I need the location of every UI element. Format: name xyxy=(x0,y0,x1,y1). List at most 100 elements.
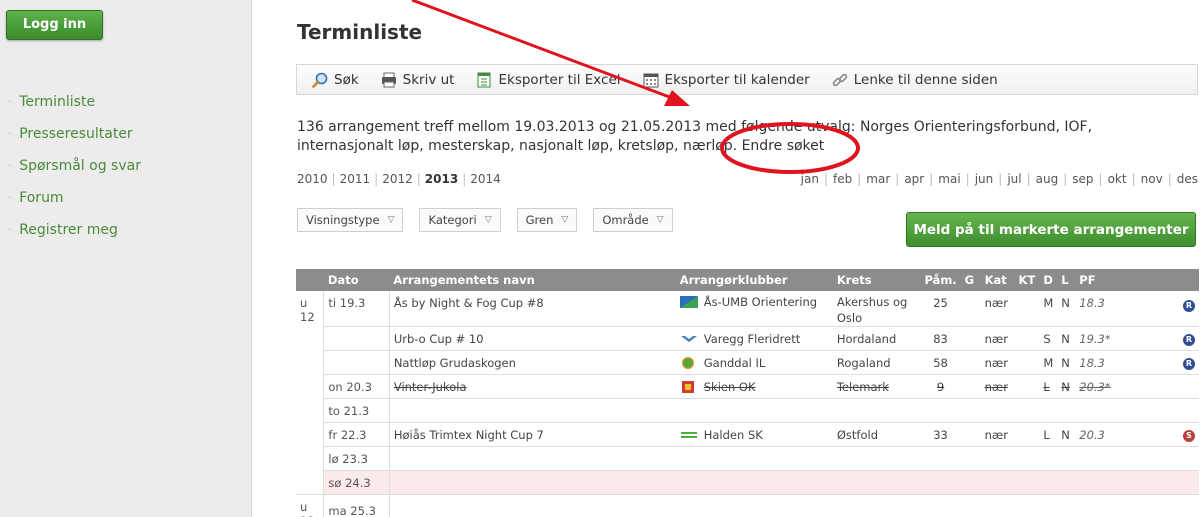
export-excel-button[interactable]: Eksporter til Excel xyxy=(476,71,621,88)
link-icon xyxy=(832,73,847,86)
month-link[interactable]: jan xyxy=(801,172,819,186)
year-link-current[interactable]: 2013 xyxy=(425,172,458,186)
table-row[interactable]: Urb-o Cup # 10 Varegg Fleridrett Hordala… xyxy=(296,326,1199,351)
change-search-link[interactable]: Endre søket xyxy=(742,138,825,154)
print-label: Skriv ut xyxy=(402,71,455,88)
table-header: Dato Arrangementets navn Arrangørklubber… xyxy=(296,269,1199,291)
export-calendar-label: Eksporter til kalender xyxy=(664,71,810,88)
filter-label: Visningstype xyxy=(306,213,380,227)
l-cell: N xyxy=(1057,374,1076,399)
year-link[interactable]: 2011 xyxy=(340,172,371,186)
excel-icon xyxy=(477,72,491,87)
sidebar-item-label: Terminliste xyxy=(19,94,96,110)
table-row-empty: u 13 ma 25.3 xyxy=(296,494,1199,517)
date-cell: on 20.3 xyxy=(323,374,390,399)
club-logo-icon xyxy=(681,380,694,393)
main-content: Terminliste Søk Skriv ut Eksporter til E… xyxy=(252,0,1204,517)
club-link[interactable]: Skien OK xyxy=(704,380,756,394)
pam-cell: 25 xyxy=(920,291,961,327)
club-link[interactable]: Varegg Fleridrett xyxy=(704,332,801,346)
year-link[interactable]: 2012 xyxy=(382,172,413,186)
table-row[interactable]: Nattløp Grudaskogen Ganddal IL Rogaland … xyxy=(296,350,1199,375)
month-link[interactable]: mai xyxy=(938,172,960,186)
kat-cell: nær xyxy=(980,374,1015,399)
club-link[interactable]: Ganddal IL xyxy=(704,356,766,370)
link-button[interactable]: Lenke til denne siden xyxy=(832,72,998,88)
result-text: 136 arrangement treff mellom 19.03.2013 … xyxy=(297,119,1093,154)
kat-cell: nær xyxy=(980,326,1015,351)
header-g: G xyxy=(960,269,981,291)
print-button[interactable]: Skriv ut xyxy=(381,71,455,88)
export-excel-label: Eksporter til Excel xyxy=(498,71,621,88)
month-link[interactable]: mar xyxy=(866,172,890,186)
month-link[interactable]: des xyxy=(1177,172,1198,186)
header-pf: PF xyxy=(1075,269,1126,291)
filter-omrade[interactable]: Område ▽ xyxy=(593,208,673,232)
header-l: L xyxy=(1057,269,1076,291)
sidebar-item-registrer[interactable]: · Registrer meg xyxy=(8,214,141,246)
event-name-link[interactable]: Vinter-Jukola xyxy=(389,374,676,399)
table-row-cancelled[interactable]: on 20.3 Vinter-Jukola Skien OK Telemark … xyxy=(296,374,1199,399)
pam-cell: 9 xyxy=(920,374,961,399)
year-link[interactable]: 2014 xyxy=(470,172,501,186)
pf-cell: 19.3* xyxy=(1075,326,1126,351)
filter-gren[interactable]: Gren ▽ xyxy=(516,208,578,232)
event-name-link[interactable]: Urb-o Cup # 10 xyxy=(389,326,676,351)
club-link[interactable]: Halden SK xyxy=(704,428,763,442)
sidebar-item-forum[interactable]: · Forum xyxy=(8,182,141,214)
bullet-icon: · xyxy=(8,128,12,140)
d-cell: L xyxy=(1039,422,1058,447)
table-row[interactable]: u 12 ti 19.3 Ås by Night & Fog Cup #8 Ås… xyxy=(296,291,1199,495)
date-cell: to 21.3 xyxy=(323,398,390,423)
club-link[interactable]: Ås-UMB Orientering xyxy=(704,295,817,309)
club-logo-icon xyxy=(680,335,697,342)
bullet-icon: · xyxy=(8,224,12,236)
pf-cell: 18.3 xyxy=(1075,291,1126,327)
pf-cell: 20.3 xyxy=(1075,422,1126,447)
month-link[interactable]: feb xyxy=(833,172,852,186)
export-calendar-button[interactable]: Eksporter til kalender xyxy=(643,72,810,88)
dropdown-arrow-icon: ▽ xyxy=(561,215,569,225)
sidebar-item-terminliste[interactable]: · Terminliste xyxy=(8,86,141,118)
date-cell: fr 22.3 xyxy=(323,422,390,447)
kat-cell: nær xyxy=(980,422,1015,447)
header-week xyxy=(296,269,324,291)
event-table: Dato Arrangementets navn Arrangørklubber… xyxy=(296,269,1199,517)
year-link[interactable]: 2010 xyxy=(297,172,328,186)
month-link[interactable]: sep xyxy=(1072,172,1093,186)
filter-kategori[interactable]: Kategori ▽ xyxy=(419,208,501,232)
result-summary: 136 arrangement treff mellom 19.03.2013 … xyxy=(297,118,1187,156)
filter-bar: Visningstype ▽ Kategori ▽ Gren ▽ Område ▽ xyxy=(297,208,689,232)
date-cell xyxy=(323,350,390,375)
filter-visningstype[interactable]: Visningstype ▽ xyxy=(297,208,404,232)
club-logo-icon xyxy=(680,431,697,438)
search-button[interactable]: Søk xyxy=(312,72,359,88)
month-link[interactable]: okt xyxy=(1108,172,1127,186)
table-row-sunday: sø 24.3 xyxy=(296,470,1199,495)
header-name: Arrangementets navn xyxy=(389,269,676,291)
login-button[interactable]: Logg inn xyxy=(6,10,103,40)
dropdown-arrow-icon: ▽ xyxy=(484,215,492,225)
sidebar-item-sporsmal[interactable]: · Spørsmål og svar xyxy=(8,150,141,182)
month-link[interactable]: jun xyxy=(975,172,994,186)
sidebar-item-presseresultater[interactable]: · Presseresultater xyxy=(8,118,141,150)
pam-cell: 83 xyxy=(920,326,961,351)
register-selected-button[interactable]: Meld på til markerte arrangementer xyxy=(906,212,1196,247)
month-link[interactable]: apr xyxy=(904,172,924,186)
filter-label: Område xyxy=(602,213,649,227)
month-link[interactable]: aug xyxy=(1036,172,1059,186)
calendar-icon xyxy=(643,73,659,87)
event-name-link[interactable]: Høiås Trimtex Night Cup 7 xyxy=(389,422,676,447)
month-link[interactable]: nov xyxy=(1141,172,1163,186)
krets-cell: Hordaland xyxy=(832,326,921,351)
header-kt: KT xyxy=(1014,269,1040,291)
month-link[interactable]: jul xyxy=(1007,172,1021,186)
pf-cell: 18.3 xyxy=(1075,350,1126,375)
status-badge: R xyxy=(1183,358,1195,370)
bullet-icon: · xyxy=(8,160,12,172)
krets-cell: Akershus og Oslo xyxy=(832,291,921,327)
event-name-link[interactable]: Nattløp Grudaskogen xyxy=(389,350,676,375)
date-cell: ti 19.3 xyxy=(323,291,390,327)
table-row[interactable]: fr 22.3 Høiås Trimtex Night Cup 7 Halden… xyxy=(296,422,1199,447)
event-name-link[interactable]: Ås by Night & Fog Cup #8 xyxy=(389,291,676,327)
